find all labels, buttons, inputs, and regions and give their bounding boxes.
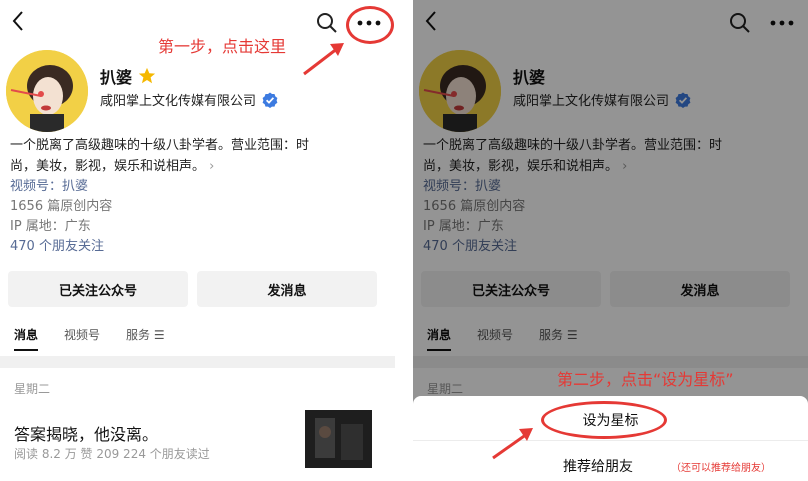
- feed-day-label: 星期二: [14, 382, 51, 396]
- right-panel: 扒婆 咸阳掌上文化传媒有限公司 一个脱离了高级趣味的十级八卦学者。营业范围：时 …: [413, 0, 808, 481]
- highlight-ellipse: [541, 401, 667, 439]
- back-icon[interactable]: [6, 6, 32, 36]
- article-thumbnail[interactable]: [305, 410, 372, 468]
- article-count: 1656 篇原创内容: [10, 199, 113, 214]
- video-channel-link[interactable]: 视频号：扒婆: [10, 177, 112, 197]
- sheet-divider: [413, 440, 808, 441]
- arrow-icon[interactable]: ›: [209, 159, 214, 174]
- bio-line-1: 一个脱离了高级趣味的十级八卦学者。营业范围：时: [10, 138, 310, 153]
- highlight-circle: [346, 6, 394, 44]
- avatar-illustration: [6, 50, 88, 132]
- account-name: 扒婆: [100, 68, 133, 87]
- article-stats: 阅读 8.2 万 赞 209 224 个朋友读过: [14, 447, 210, 461]
- tab-messages[interactable]: 消息: [14, 326, 39, 351]
- panel-gap: [395, 0, 413, 481]
- article-title[interactable]: 答案揭晓，他没离。: [14, 421, 158, 445]
- pointer-arrow-icon: [492, 428, 533, 460]
- bio: 一个脱离了高级趣味的十级八卦学者。营业范围：时 尚，美妆，影视，娱乐和说相声。 …: [10, 135, 385, 177]
- followed-button[interactable]: 已关注公众号: [8, 271, 188, 307]
- verified-icon: [262, 92, 278, 108]
- profile-meta: 视频号：扒婆 1656 篇原创内容 IP 属地：广东 470 个朋友关注: [10, 177, 112, 257]
- friends-following[interactable]: 470 个朋友关注: [10, 237, 112, 257]
- thumbnail-image: [305, 410, 372, 468]
- pointer-arrow-icon: [303, 43, 344, 76]
- star-icon: [138, 67, 156, 84]
- step2-annotation: 第二步，点击“设为星标”: [557, 370, 734, 389]
- step1-annotation: 第一步，点击这里: [158, 37, 287, 56]
- screenshot: 扒婆 咸阳掌上文化传媒有限公司 一个脱离了高级趣味的十级八卦学者。营业范围：时 …: [0, 0, 808, 481]
- send-message-button[interactable]: 发消息: [197, 271, 377, 307]
- recommend-note: （还可以推荐给朋友）: [671, 463, 771, 474]
- bio-line-2: 尚，美妆，影视，娱乐和说相声。: [10, 159, 206, 174]
- recommend-option[interactable]: 推荐给朋友: [563, 456, 633, 476]
- tab-services[interactable]: 服务 ☰: [126, 326, 165, 343]
- ip-location: IP 属地：广东: [10, 219, 91, 234]
- section-divider: [0, 356, 395, 368]
- avatar[interactable]: [6, 50, 88, 132]
- search-icon[interactable]: [316, 12, 338, 34]
- tab-video[interactable]: 视频号: [64, 326, 100, 343]
- tab-bar: 消息 视频号 服务 ☰: [14, 326, 165, 351]
- company-name: 咸阳掌上文化传媒有限公司: [100, 94, 257, 109]
- left-panel: 扒婆 咸阳掌上文化传媒有限公司 一个脱离了高级趣味的十级八卦学者。营业范围：时 …: [0, 0, 395, 481]
